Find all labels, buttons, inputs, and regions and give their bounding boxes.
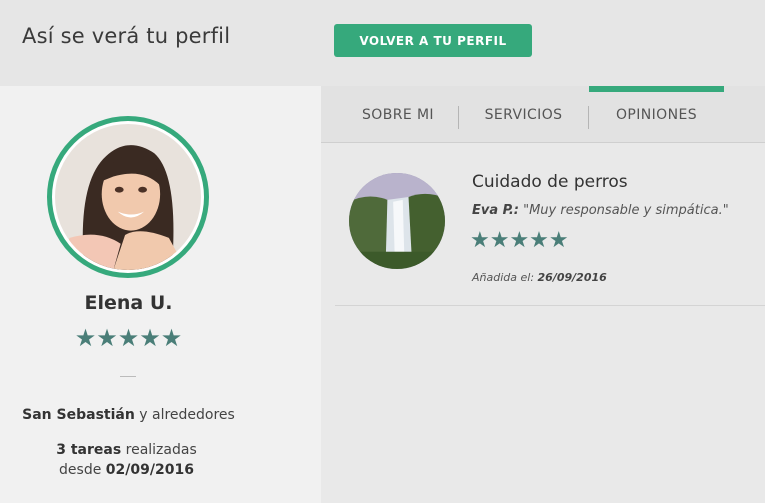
review-quote: Eva P.: "Muy responsable y simpática." <box>472 203 729 218</box>
review-thumbnail <box>349 173 445 269</box>
review-item: Cuidado de perros Eva P.: "Muy responsab… <box>335 158 765 306</box>
tasks-count: 3 tareas <box>56 442 122 458</box>
since-date: 02/09/2016 <box>105 462 194 478</box>
location-suffix: y alrededores <box>134 407 235 423</box>
review-added-label: Añadida el: <box>472 271 538 284</box>
tab-servicios[interactable]: SERVICIOS <box>461 86 586 143</box>
review-text: "Muy responsable y simpática." <box>518 203 729 218</box>
location-city: San Sebastián <box>22 407 135 423</box>
page-title: Así se verá tu perfil <box>22 24 231 48</box>
review-author: Eva P.: <box>472 203 519 218</box>
avatar <box>47 116 209 278</box>
profile-sidebar: Elena U. ★★★★★ San Sebastián y alrededor… <box>0 86 321 503</box>
profile-name: Elena U. <box>84 292 173 314</box>
profile-location: San Sebastián y alrededores <box>0 407 257 423</box>
tab-separator <box>458 106 459 129</box>
tab-opiniones[interactable]: OPINIONES <box>589 86 724 143</box>
review-service: Cuidado de perros <box>472 172 628 192</box>
tab-bar: SOBRE MI SERVICIOS OPINIONES <box>321 86 765 143</box>
divider <box>120 376 136 377</box>
tasks-suffix: realizadas <box>121 442 197 458</box>
since-label: desde <box>59 462 106 478</box>
profile-since: desde 02/09/2016 <box>0 462 253 478</box>
back-to-profile-button[interactable]: VOLVER A TU PERFIL <box>334 24 532 57</box>
tab-sobre-mi[interactable]: SOBRE MI <box>339 86 457 143</box>
review-rating-stars: ★★★★★ <box>470 228 569 253</box>
review-added-date: 26/09/2016 <box>537 271 607 284</box>
review-added: Añadida el: 26/09/2016 <box>472 271 607 284</box>
waterfall-thumbnail-icon <box>349 173 445 269</box>
profile-rating-stars: ★★★★★ <box>74 324 183 352</box>
profile-content: SOBRE MI SERVICIOS OPINIONES Cuidado de … <box>321 86 765 503</box>
avatar-photo-icon <box>55 124 201 270</box>
profile-tasks: 3 tareas realizadas <box>0 442 253 458</box>
header-bar: Así se verá tu perfil VOLVER A TU PERFIL <box>0 0 765 86</box>
